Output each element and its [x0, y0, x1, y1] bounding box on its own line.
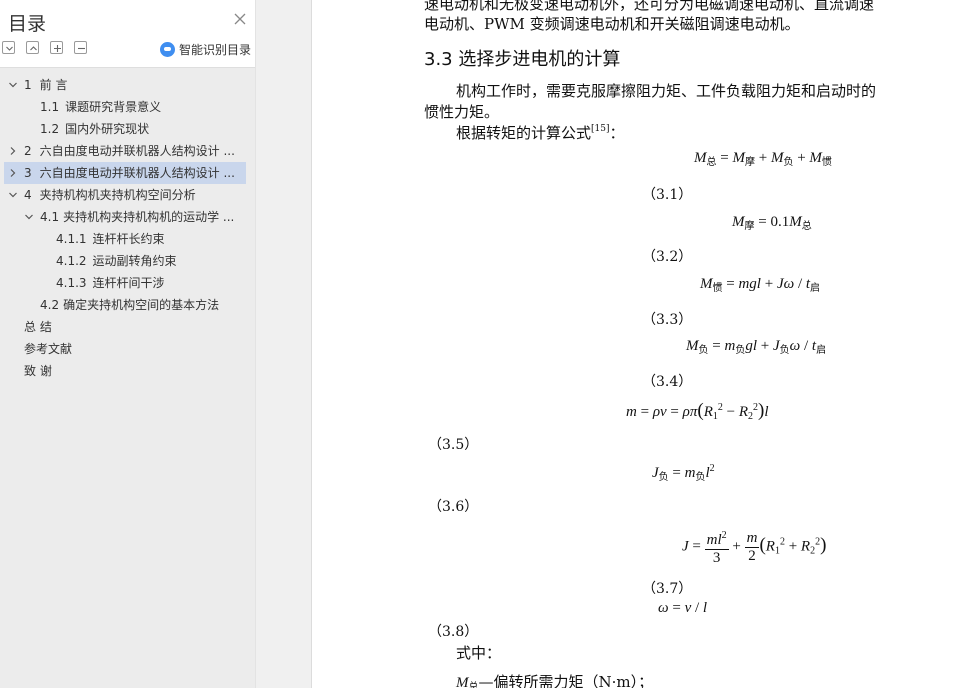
definition-line: M总—偏转所需力矩（N·m）；: [456, 671, 653, 688]
collapse-all-button[interactable]: [2, 41, 15, 54]
body-text: ：: [609, 124, 625, 142]
equation-3-3: M惯 = mgl + Jω / t启: [700, 276, 821, 294]
toc-number: 4.2: [40, 298, 60, 312]
smart-toc-label: 智能识别目录: [179, 42, 252, 57]
panel-title: 目录: [8, 13, 47, 35]
toc-label: 六自由度电动并联机器人结构设计 ...: [39, 166, 235, 180]
toc-label: 夹持机构夹持机构机的运动学 ...: [63, 210, 235, 224]
equation-3-2: M摩 = 0.1M总: [732, 214, 812, 232]
toc-label: 连杆杆长约束: [92, 232, 165, 246]
chevron-down-icon[interactable]: [8, 80, 18, 90]
toc-number: 4.1.1: [56, 232, 87, 246]
body-text-line: 惯性力矩。: [424, 103, 500, 121]
body-text-line: 根据转矩的计算公式[15]：: [456, 122, 625, 143]
toc-item-4-1-3[interactable]: 4.1.3 连杆杆间干涉: [4, 272, 246, 294]
toc-label: 国内外研究现状: [65, 122, 150, 136]
toc-label: 课题研究背景意义: [65, 100, 162, 114]
toc-item-references[interactable]: 参考文献: [4, 338, 246, 360]
toc-label: 六自由度电动并联机器人结构设计 ...: [39, 144, 235, 158]
equation-number: （3.4）: [642, 374, 693, 390]
equation-3-7: J = ml2 3 + m 2 (R12 + R22): [682, 527, 826, 567]
toc-panel: 目录 智能识别目录 1 前 言 1.1 课题研究背景意义 1.2 国内外研究现状: [0, 0, 256, 688]
equation-number: （3.1）: [642, 187, 693, 203]
equation-3-1: M总 = M摩 + M负 + M惯: [694, 150, 832, 168]
body-text: 根据转矩的计算公式: [456, 124, 592, 142]
expand-all-button[interactable]: [26, 41, 39, 54]
chevron-down-icon[interactable]: [24, 212, 34, 222]
toc-list: 1 前 言 1.1 课题研究背景意义 1.2 国内外研究现状 2 六自由度电动并联机器人…: [0, 67, 255, 688]
equation-number: （3.3）: [642, 312, 693, 328]
toc-number: 4.1: [40, 210, 60, 224]
section-heading: 3.3 选择步进电机的计算: [424, 49, 621, 70]
toc-label: 夹持机构机夹持机构空间分析: [39, 188, 196, 202]
toc-item-4[interactable]: 4 夹持机构机夹持机构空间分析: [4, 184, 246, 206]
definition-text: —偏转所需力矩（N·m）；: [478, 673, 654, 688]
ai-cloud-icon: [160, 41, 175, 57]
toc-label: 连杆杆间干涉: [92, 276, 165, 290]
equation-3-6: J负 = m负l2: [652, 463, 715, 483]
toc-number: 4.1.2: [56, 254, 87, 268]
equation-number: （3.6）: [428, 499, 479, 515]
toc-label: 确定夹持机构空间的基本方法: [63, 298, 220, 312]
smart-toc-button[interactable]: 智能识别目录: [160, 40, 251, 58]
toc-number: 1.1: [40, 100, 60, 114]
toc-number: 4: [24, 188, 32, 202]
equation-3-4: M负 = m负gl + J负ω / t启: [686, 338, 827, 356]
toc-item-4-1[interactable]: 4.1 夹持机构夹持机构机的运动学 ...: [4, 206, 246, 228]
toc-label: 运动副转角约束: [92, 254, 177, 268]
toc-item-4-1-2[interactable]: 4.1.2 运动副转角约束: [4, 250, 246, 272]
toc-item-1[interactable]: 1 前 言: [4, 74, 246, 96]
chevron-right-icon[interactable]: [8, 168, 18, 178]
toc-number: 4.1.3: [56, 276, 87, 290]
equation-number: （3.5）: [428, 437, 479, 453]
toc-item-acknowledgements[interactable]: 致 谢: [4, 360, 246, 382]
chevron-right-icon[interactable]: [8, 146, 18, 156]
toc-item-1-2[interactable]: 1.2 国内外研究现状: [4, 118, 246, 140]
chevron-down-icon[interactable]: [8, 190, 18, 200]
close-icon[interactable]: [233, 12, 247, 26]
toc-item-3[interactable]: 3 六自由度电动并联机器人结构设计 ...: [4, 162, 246, 184]
equation-3-5: m = ρv = ρπ(R12 − R22)l: [626, 400, 769, 422]
body-text-line: 式中：: [456, 644, 502, 662]
toc-label: 致 谢: [24, 364, 52, 378]
document-page[interactable]: 速电动机和无极变速电动机外，还可分为电磁调速电动机、直流调速 电动机、PWM 变…: [311, 0, 960, 688]
add-heading-button[interactable]: [50, 41, 63, 54]
body-text-line: 速电动机和无极变速电动机外，还可分为电磁调速电动机、直流调速: [424, 0, 875, 13]
toc-number: 2: [24, 144, 32, 158]
equation-number: （3.2）: [642, 249, 693, 265]
body-text-line: 机构工作时，需要克服摩擦阻力矩、工件负载阻力矩和启动时的: [456, 82, 877, 100]
toc-item-4-2[interactable]: 4.2 确定夹持机构空间的基本方法: [4, 294, 246, 316]
toc-label: 总 结: [24, 320, 52, 334]
equation-number: （3.8）: [428, 624, 479, 640]
remove-heading-button[interactable]: [74, 41, 87, 54]
toc-number: 3: [24, 166, 32, 180]
toc-label: 参考文献: [24, 342, 73, 356]
equation-3-8: ω = v / l: [658, 600, 708, 616]
toc-number: 1: [24, 78, 32, 92]
toc-item-4-1-1[interactable]: 4.1.1 连杆杆长约束: [4, 228, 246, 250]
equation-number: （3.7）: [642, 581, 693, 597]
toc-label: 前 言: [39, 78, 68, 92]
toc-number: 1.2: [40, 122, 60, 136]
body-text-line: 电动机、PWM 变频调速电动机和开关磁阻调速电动机。: [424, 15, 800, 33]
document-viewport[interactable]: 速电动机和无极变速电动机外，还可分为电磁调速电动机、直流调速 电动机、PWM 变…: [256, 0, 960, 688]
toc-item-summary[interactable]: 总 结: [4, 316, 246, 338]
toc-item-2[interactable]: 2 六自由度电动并联机器人结构设计 ...: [4, 140, 246, 162]
citation-ref: [15]: [591, 124, 610, 134]
toc-item-1-1[interactable]: 1.1 课题研究背景意义: [4, 96, 246, 118]
